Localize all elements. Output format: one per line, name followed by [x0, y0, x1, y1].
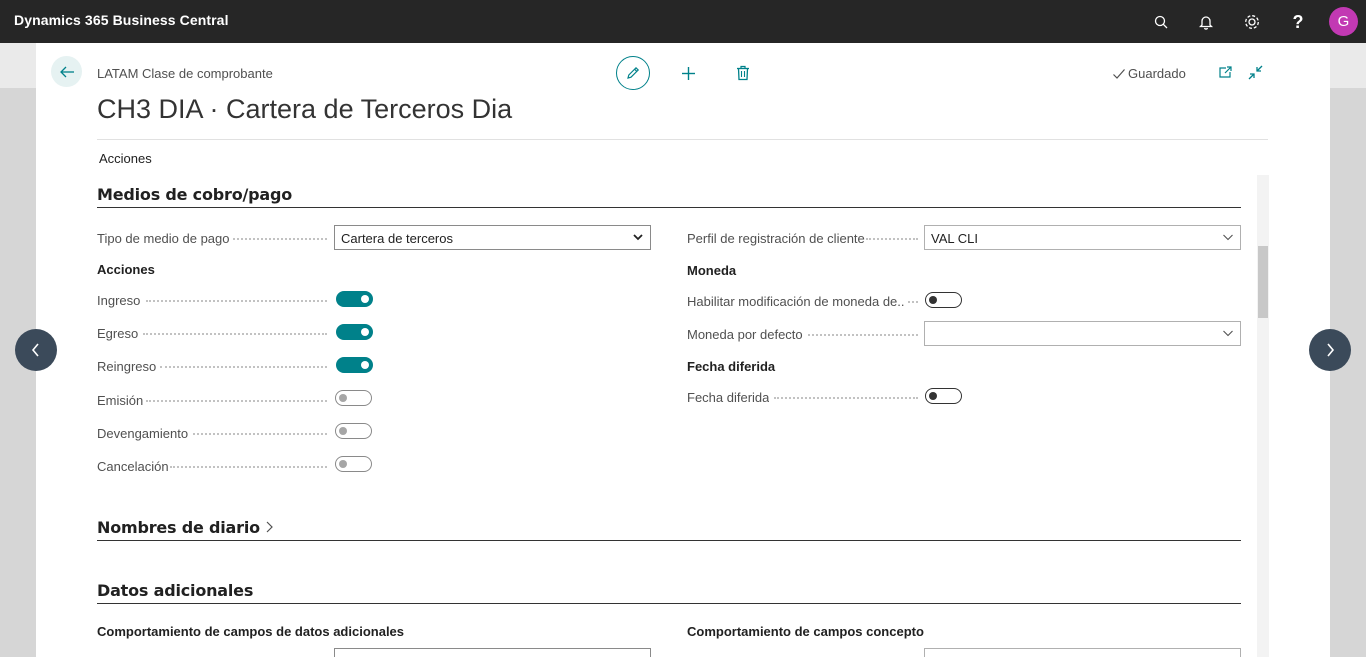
edit-button[interactable] [616, 56, 650, 90]
back-button[interactable] [51, 56, 82, 87]
previous-record-button[interactable] [15, 329, 57, 371]
perfil-select[interactable]: VAL CLI [924, 225, 1241, 250]
field-leader [808, 334, 918, 336]
datos-right-select[interactable] [924, 648, 1241, 657]
section-title-datos[interactable]: Datos adicionales [97, 581, 253, 600]
toggle-label-emision: Emisión [97, 393, 144, 408]
datos-left-group-label: Comportamiento de campos de datos adicio… [97, 624, 405, 639]
saved-label: Guardado [1128, 66, 1186, 81]
chevron-right-icon [1327, 343, 1335, 357]
open-new-window-icon [1218, 66, 1232, 78]
toggle-label-devengamiento: Devengamiento [97, 426, 189, 441]
app-bar: Dynamics 365 Business Central ? G [0, 0, 1366, 43]
breadcrumb: LATAM Clase de comprobante [97, 66, 273, 81]
new-button[interactable] [677, 62, 699, 84]
chevron-down-icon [633, 234, 643, 241]
tipo-medio-select[interactable]: Cartera de terceros [334, 225, 651, 250]
field-leader [160, 366, 327, 368]
moneda-defecto-select[interactable] [924, 321, 1241, 346]
section-divider [97, 603, 1241, 604]
chevron-left-icon [31, 343, 39, 357]
chevron-down-icon [1223, 330, 1233, 337]
field-leader [143, 333, 327, 335]
acciones-group-label: Acciones [97, 262, 155, 277]
moneda-defecto-label: Moneda por defecto [687, 327, 803, 342]
actions-menu[interactable]: Acciones [99, 151, 152, 166]
tipo-medio-label: Tipo de medio de pago [97, 231, 230, 246]
chevron-right-icon [266, 521, 274, 533]
fecha-diferida-label: Fecha diferida [687, 390, 770, 405]
delete-button[interactable] [732, 62, 754, 84]
scrollbar-thumb[interactable] [1258, 246, 1268, 318]
datos-right-group-label: Comportamiento de campos concepto [687, 624, 924, 639]
toggle-label-reingreso: Reingreso [97, 359, 157, 374]
toggle-fecha-diferida[interactable] [925, 388, 962, 404]
toggle-label-ingreso: Ingreso [97, 293, 141, 308]
check-icon [1113, 68, 1125, 79]
trash-icon [737, 65, 749, 81]
next-record-button[interactable] [1309, 329, 1351, 371]
toggle-reingreso[interactable] [336, 357, 373, 373]
toggle-habilitar-moneda[interactable] [925, 292, 962, 308]
field-leader [146, 400, 327, 402]
field-leader [774, 397, 918, 399]
section-divider [97, 540, 1241, 541]
toggle-emision[interactable] [335, 390, 372, 406]
app-title[interactable]: Dynamics 365 Business Central [14, 12, 229, 28]
record-card [36, 43, 1330, 657]
toggle-cancelacion[interactable] [335, 456, 372, 472]
search-icon[interactable] [1150, 11, 1172, 33]
field-leader [170, 466, 327, 468]
pencil-icon [627, 66, 640, 79]
field-leader [866, 238, 918, 240]
perfil-value: VAL CLI [931, 231, 978, 246]
field-leader [908, 301, 918, 303]
section-title-medios[interactable]: Medios de cobro/pago [97, 185, 292, 204]
toggle-label-egreso: Egreso [97, 326, 139, 341]
toggle-ingreso[interactable] [336, 291, 373, 307]
chevron-down-icon [1223, 234, 1233, 241]
moneda-group-label: Moneda [687, 263, 737, 278]
avatar[interactable]: G [1329, 7, 1358, 36]
field-leader [146, 300, 327, 302]
collapse-icon [1248, 65, 1262, 79]
help-icon[interactable]: ? [1287, 11, 1309, 33]
plus-icon [681, 66, 695, 80]
field-leader [193, 433, 327, 435]
tipo-medio-value: Cartera de terceros [341, 231, 453, 246]
header-divider [97, 139, 1268, 140]
page-title: CH3 DIA · Cartera de Terceros Dia [97, 94, 513, 124]
datos-left-select[interactable] [334, 648, 651, 657]
saved-status: Guardado [1112, 66, 1186, 81]
collapse-button[interactable] [1246, 63, 1264, 81]
gear-icon[interactable] [1241, 11, 1263, 33]
open-new-window-button[interactable] [1216, 63, 1234, 81]
section-divider [97, 207, 1241, 208]
arrow-left-icon [59, 66, 74, 77]
toggle-label-cancelacion: Cancelación [97, 459, 169, 474]
habilitar-moneda-label: Habilitar modificación de moneda de... [687, 294, 905, 309]
toggle-devengamiento[interactable] [335, 423, 372, 439]
perfil-label: Perfil de registración de cliente [687, 231, 865, 246]
field-leader [233, 238, 327, 240]
bell-icon[interactable] [1195, 11, 1217, 33]
fecha-group-label: Fecha diferida [687, 359, 776, 374]
section-title-nombres[interactable]: Nombres de diario [97, 518, 275, 537]
toggle-egreso[interactable] [336, 324, 373, 340]
nombres-title: Nombres de diario [97, 518, 260, 537]
